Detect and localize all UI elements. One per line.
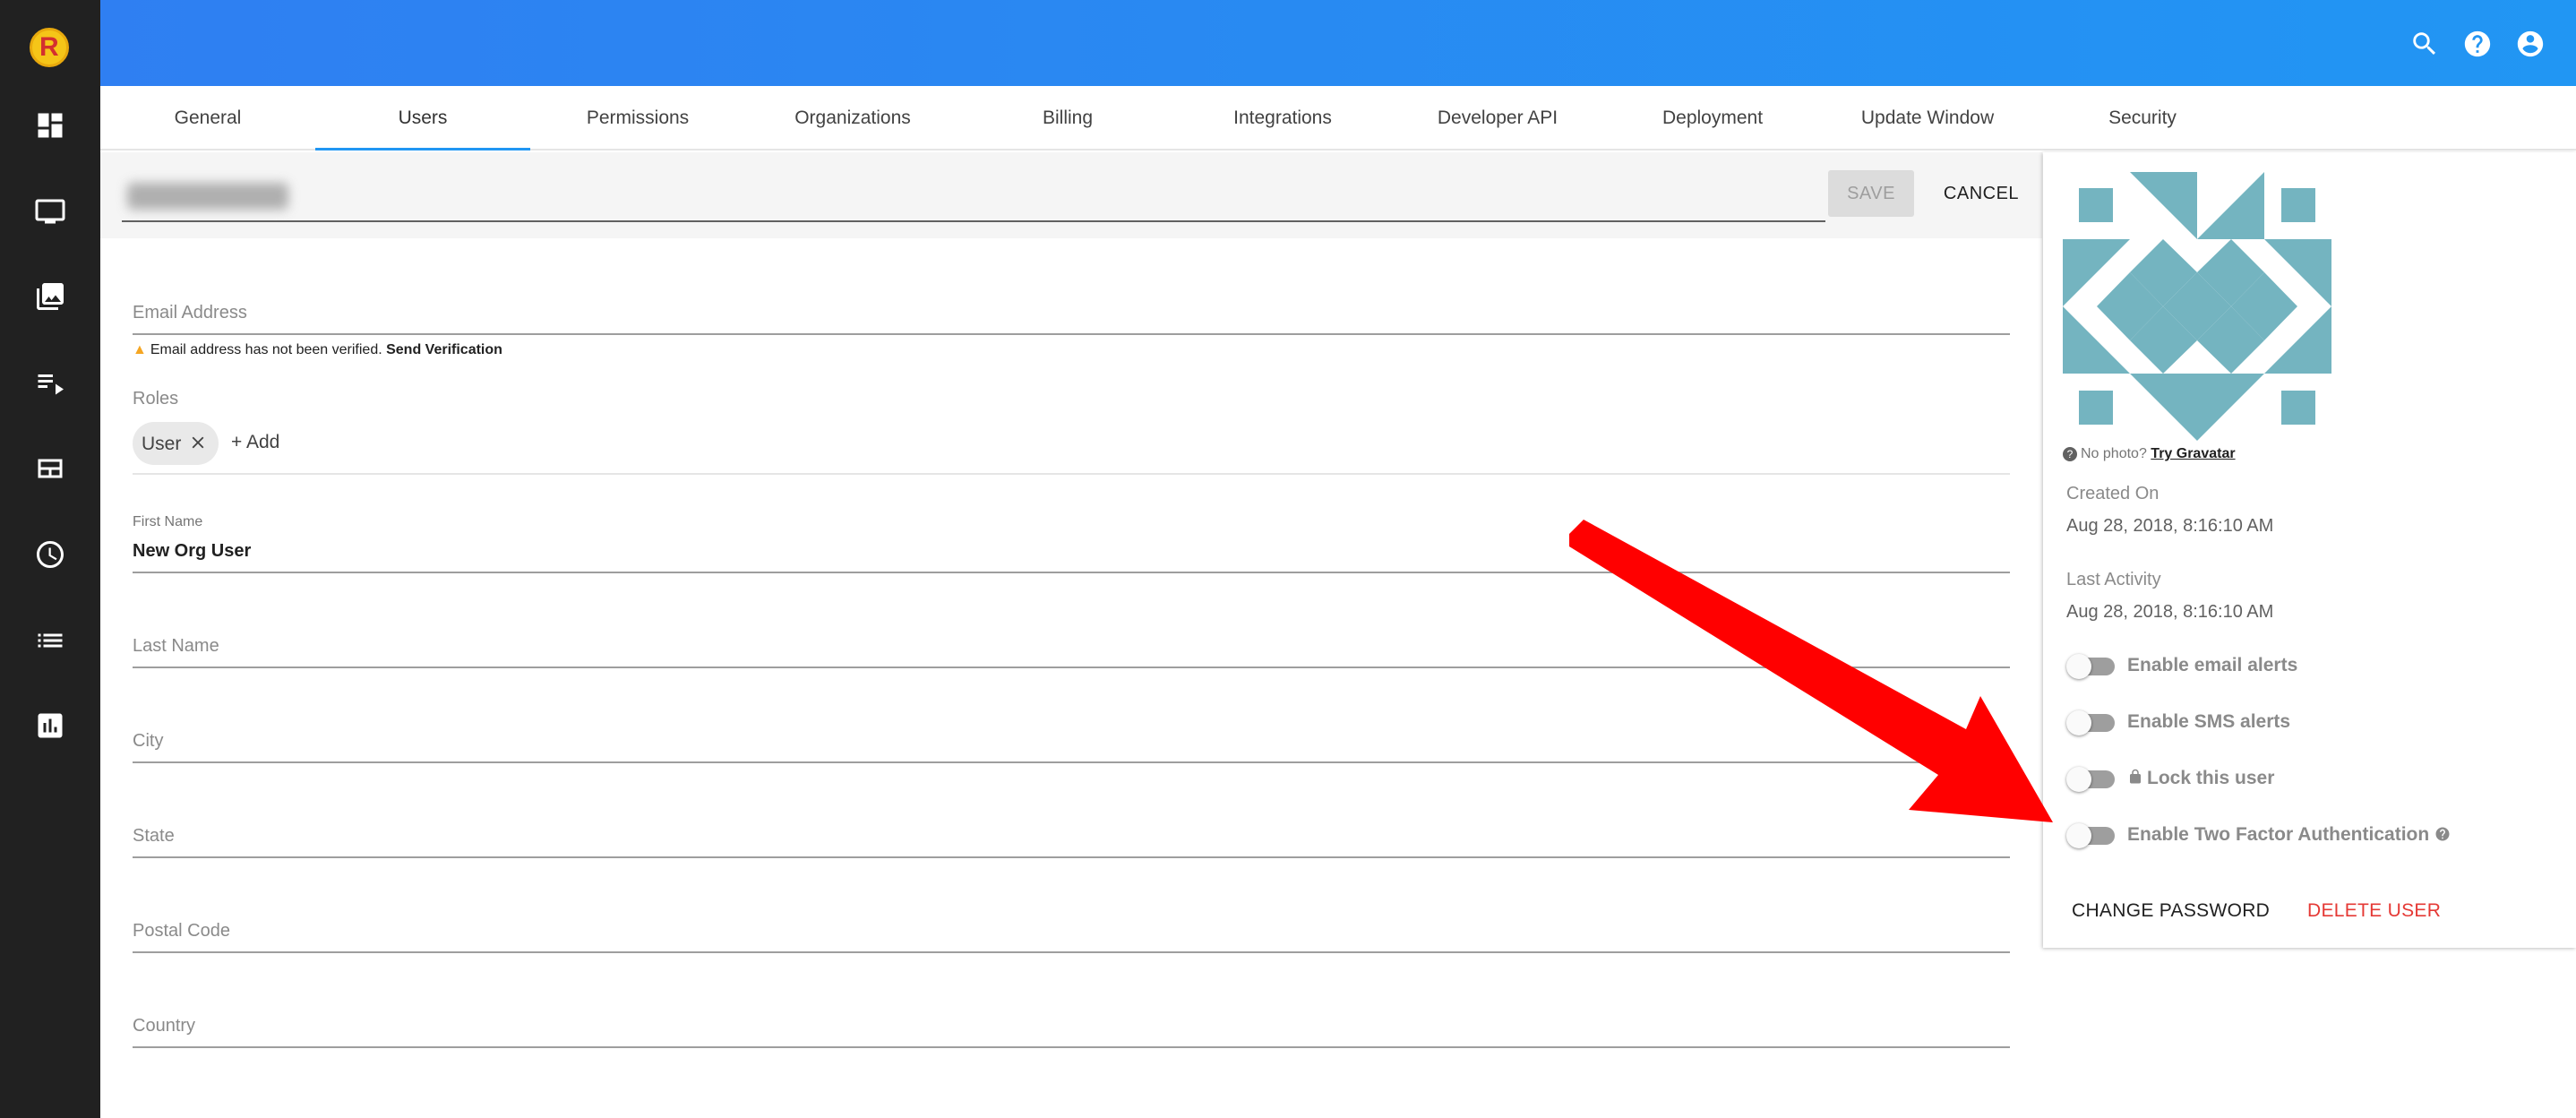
tab-general[interactable]: General [100,86,315,150]
email-field[interactable]: Email Address [133,296,2010,335]
last-name-field[interactable]: Last Name [133,627,2010,668]
add-role-button[interactable]: + Add [231,432,279,453]
gallery-icon[interactable] [34,280,66,313]
tab-update-window[interactable]: Update Window [1820,86,2035,150]
cancel-button[interactable]: CANCEL [1928,170,2035,217]
city-field[interactable]: City [133,722,2010,763]
first-name-label: First Name [133,514,203,529]
first-name-value: New Org User [133,541,252,561]
delete-user-button[interactable]: DELETE USER [2307,900,2441,922]
warning-icon: ▲ [133,342,147,357]
monitor-icon[interactable] [34,195,66,228]
username-input[interactable] [122,176,1825,222]
toggle-knob [2066,767,2091,792]
tab-billing[interactable]: Billing [960,86,1175,150]
tab-developer-api[interactable]: Developer API [1390,86,1605,150]
chart-icon[interactable] [34,710,66,742]
country-field[interactable]: Country [133,1007,2010,1048]
top-header [100,0,2576,86]
tab-users[interactable]: Users [315,86,530,150]
app-logo[interactable]: R [30,28,69,67]
no-photo-note: ? No photo? Try Gravatar [2063,446,2236,462]
settings-tabs: General Users Permissions Organizations … [100,86,2576,150]
send-verification-link[interactable]: Send Verification [386,342,502,357]
layout-icon[interactable] [34,452,66,485]
blurred-username [127,183,288,210]
last-activity-label: Last Activity [2066,570,2161,589]
change-password-button[interactable]: CHANGE PASSWORD [2072,900,2270,922]
first-name-field[interactable]: First Name New Org User [133,514,2010,573]
toggle-label: Lock this user [2127,768,2274,789]
toggle-knob [2066,654,2091,679]
postal-code-field[interactable]: Postal Code [133,912,2010,953]
tab-organizations[interactable]: Organizations [745,86,960,150]
postal-code-label: Postal Code [133,921,230,941]
state-field[interactable]: State [133,817,2010,858]
user-name-bar: SAVE CANCEL [100,152,2042,238]
two-factor-help-icon[interactable] [2434,826,2451,842]
playlist-icon[interactable] [34,366,66,399]
save-button[interactable]: SAVE [1828,170,1914,217]
toggle-label: Enable email alerts [2127,655,2298,675]
city-label: City [133,731,164,751]
toggle-knob [2066,710,2091,735]
dashboard-icon[interactable] [34,109,66,142]
account-icon[interactable] [2515,29,2546,59]
roles-divider [133,473,2010,475]
email-label: Email Address [133,303,247,322]
roles-label: Roles [133,389,179,408]
list-icon[interactable] [34,624,66,657]
remove-role-icon[interactable] [188,433,208,452]
country-label: Country [133,1016,196,1036]
tab-deployment[interactable]: Deployment [1605,86,1820,150]
email-verify-message: ▲ Email address has not been verified. Se… [133,342,502,357]
help-icon[interactable] [2462,29,2493,59]
tab-permissions[interactable]: Permissions [530,86,745,150]
left-sidebar: R [0,0,100,1118]
question-icon: ? [2063,447,2077,461]
app-root: R General Users Permissions Organization… [0,0,2576,1118]
lock-icon [2127,768,2143,786]
toggle-knob [2066,823,2091,848]
user-profile-panel: ? No photo? Try Gravatar Created On Aug 2… [2043,152,2576,948]
try-gravatar-link[interactable]: Try Gravatar [2151,446,2235,461]
created-on-value: Aug 28, 2018, 8:16:10 AM [2066,516,2274,536]
last-activity-value: Aug 28, 2018, 8:16:10 AM [2066,602,2274,622]
role-chip-user: User [133,422,219,465]
clock-icon[interactable] [34,538,66,571]
gravatar-avatar[interactable] [2063,172,2331,441]
toggle-label: Enable SMS alerts [2127,711,2291,732]
created-on-label: Created On [2066,484,2160,503]
toggle-label: Enable Two Factor Authentication [2127,824,2451,846]
tab-security[interactable]: Security [2035,86,2250,150]
tab-integrations[interactable]: Integrations [1175,86,1390,150]
last-name-label: Last Name [133,636,219,656]
state-label: State [133,826,175,846]
search-icon[interactable] [2409,29,2440,59]
